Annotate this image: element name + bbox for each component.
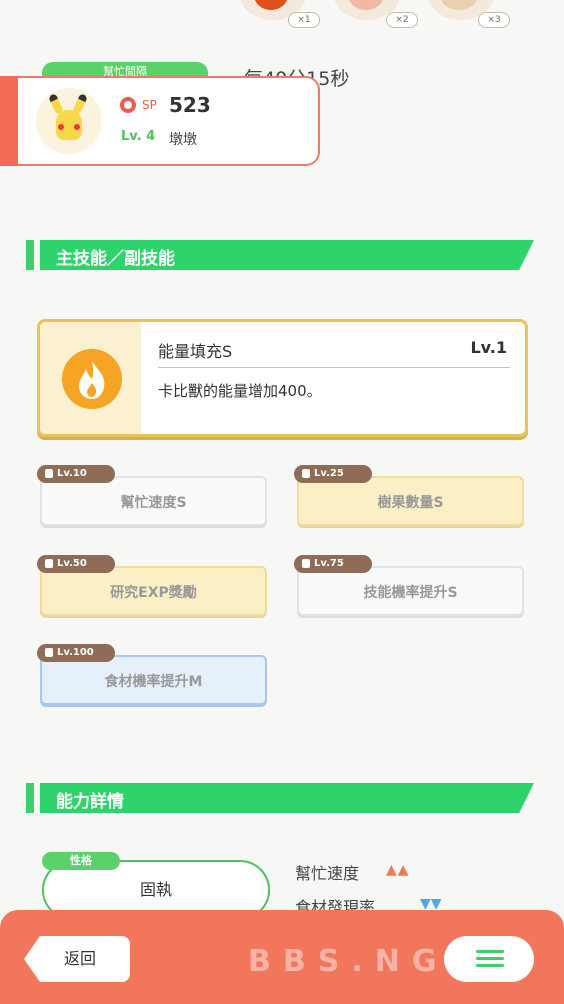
up-arrows-icon: ▲▲	[386, 862, 410, 878]
pokemon-name: 墩墩	[169, 132, 197, 148]
sub-skill-button[interactable]: 幫忙速度S	[40, 476, 267, 526]
lock-icon	[45, 469, 53, 478]
main-skill-description: 卡比獸的能量增加400。	[158, 382, 322, 400]
sub-skill-button[interactable]: 技能機率提升S	[297, 566, 524, 616]
sub-skill-name: 技能機率提升S	[363, 585, 458, 601]
main-skill-name: 能量填充S	[158, 342, 233, 361]
ingredient-count: ×2	[386, 12, 418, 28]
main-skill-card[interactable]: 能量填充S Lv.1 卡比獸的能量增加400。	[37, 319, 528, 437]
divider	[158, 367, 510, 368]
ingredient-item: ×3	[428, 0, 510, 28]
ingredient-icon	[348, 0, 384, 10]
ingredient-count: ×1	[288, 12, 320, 28]
unlock-level-badge: Lv.10	[37, 465, 115, 483]
sub-skill-name: 食材機率提升M	[104, 674, 203, 690]
lock-icon	[302, 559, 310, 568]
unlock-level-badge: Lv.75	[294, 555, 372, 573]
lock-icon	[45, 559, 53, 568]
sp-label: SP	[142, 98, 157, 112]
sp-value: 523	[169, 93, 211, 117]
unlock-level-badge: Lv.25	[294, 465, 372, 483]
ingredient-count: ×3	[478, 12, 510, 28]
card-stripe	[0, 76, 18, 166]
ingredient-item: ×2	[334, 0, 418, 28]
pokeball-icon	[120, 97, 136, 113]
pokemon-avatar	[36, 88, 102, 154]
ingredient-icon	[254, 0, 288, 10]
sub-skill-button[interactable]: 樹果數量S	[297, 476, 524, 526]
menu-button[interactable]	[444, 936, 534, 982]
ability-up-label: 幫忙速度	[295, 864, 360, 883]
lock-icon	[302, 469, 310, 478]
pokemon-level: Lv. 4	[121, 129, 156, 144]
sub-skill-name: 研究EXP獎勵	[110, 585, 197, 601]
sub-skill-name: 樹果數量S	[377, 495, 444, 511]
section-title: 主技能／副技能	[56, 249, 175, 269]
section-title: 能力詳情	[56, 792, 124, 812]
sub-skill-button[interactable]: 研究EXP獎勵	[40, 566, 267, 616]
unlock-level-badge: Lv.50	[37, 555, 115, 573]
unlock-level-badge: Lv.100	[37, 644, 115, 662]
nature-tag: 性格	[42, 852, 120, 870]
fire-icon	[62, 349, 122, 409]
ingredient-icon	[440, 0, 478, 10]
ability-section-header: 能力詳情	[26, 783, 534, 813]
ingredient-item: ×1	[240, 0, 320, 28]
back-button[interactable]: 返回	[24, 936, 130, 982]
skills-section-header: 主技能／副技能	[26, 240, 534, 270]
sub-skill-button[interactable]: 食材機率提升M	[40, 655, 267, 705]
pokemon-card[interactable]	[0, 76, 320, 166]
lock-icon	[45, 648, 53, 657]
sub-skill-name: 幫忙速度S	[120, 495, 187, 511]
main-skill-level: Lv.1	[470, 338, 507, 357]
ingredient-row: ×1 ×2 ×3	[0, 0, 564, 30]
menu-icon	[476, 950, 504, 968]
